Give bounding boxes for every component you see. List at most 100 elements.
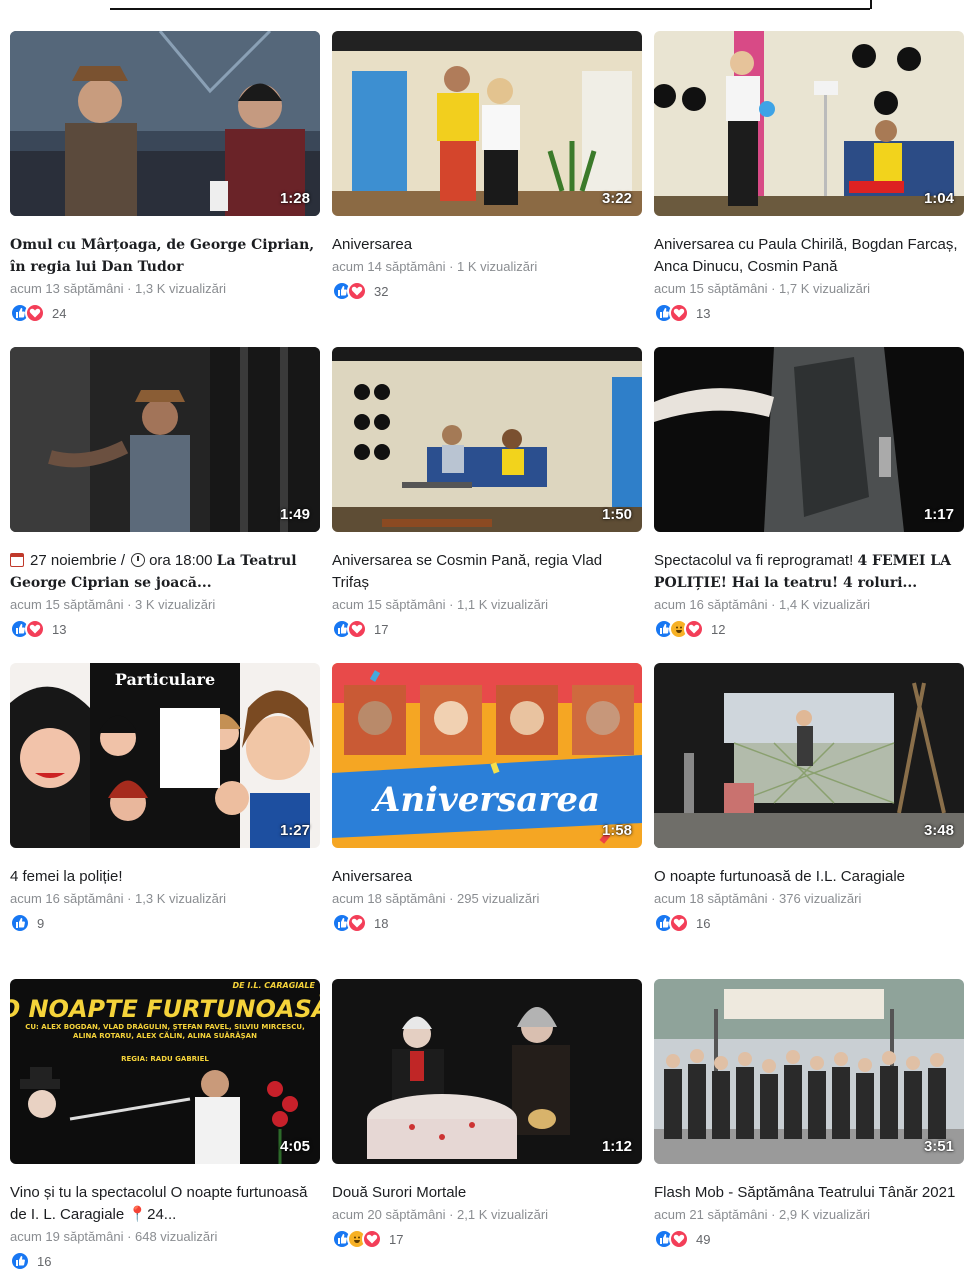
- video-duration: 1:12: [601, 1138, 632, 1155]
- video-title[interactable]: Flash Mob - Săptămâna Teatrului Tânăr 20…: [654, 1182, 964, 1204]
- video-duration: 4:05: [279, 1138, 310, 1155]
- thumbnail-image: Particulare: [10, 663, 320, 848]
- top-divider-tick: [858, 0, 872, 9]
- video-thumbnail[interactable]: 3:22: [332, 31, 642, 216]
- noapte-cast: CU: ALEX BOGDAN, VLAD DRĂGULIN, ȘTEFAN P…: [25, 1023, 305, 1040]
- video-card[interactable]: 1:49 27 noiembrie / ora 18:00 La Teatrul …: [10, 347, 320, 640]
- video-thumbnail[interactable]: 1:04: [654, 31, 964, 216]
- video-card[interactable]: 1:50 Aniversarea se Cosmin Pană, regia V…: [332, 347, 642, 640]
- video-duration: 1:28: [279, 190, 310, 207]
- reactions[interactable]: 12: [654, 618, 964, 640]
- video-thumbnail[interactable]: 3:51: [654, 979, 964, 1164]
- video-title[interactable]: Spectacolul va fi reprogramat! 4 FEMEI L…: [654, 550, 964, 594]
- video-title[interactable]: O noapte furtunoasă de I.L. Caragiale: [654, 866, 964, 888]
- love-icon: [684, 619, 704, 639]
- reactions[interactable]: 49: [654, 1228, 964, 1250]
- reactions[interactable]: 16: [10, 1250, 320, 1272]
- video-meta: acum 14 săptămâni · 1 K vizualizări: [332, 259, 538, 274]
- video-card[interactable]: 1:28 Omul cu Mârțoaga, de George Ciprian…: [10, 31, 320, 324]
- calendar-icon: [10, 553, 24, 567]
- video-duration: 1:58: [601, 822, 632, 839]
- video-thumbnail[interactable]: 1:12: [332, 979, 642, 1164]
- video-thumbnail[interactable]: 1:28: [10, 31, 320, 216]
- video-title[interactable]: Două Surori Mortale: [332, 1182, 642, 1204]
- video-title[interactable]: Aniversarea se Cosmin Pană, regia Vlad T…: [332, 550, 642, 594]
- video-card[interactable]: 3:51 Flash Mob - Săptămâna Teatrului Tân…: [654, 979, 964, 1250]
- video-title[interactable]: Aniversarea: [332, 234, 642, 256]
- video-duration: 3:22: [601, 190, 632, 207]
- like-icon: [10, 1251, 30, 1271]
- video-title[interactable]: Vino și tu la spectacolul O noapte furtu…: [10, 1182, 320, 1226]
- top-divider: [110, 8, 870, 10]
- video-title[interactable]: Aniversarea cu Paula Chirilă, Bogdan Far…: [654, 234, 964, 278]
- reaction-count: 17: [374, 621, 389, 637]
- video-card[interactable]: 3:22 Aniversarea acum 14 săptămâni · 1 K…: [332, 31, 642, 302]
- video-thumbnail[interactable]: 1:49: [10, 347, 320, 532]
- video-meta: acum 16 săptămâni · 1,4 K vizualizări: [654, 597, 871, 612]
- video-meta: acum 19 săptămâni · 648 vizualizări: [10, 1229, 218, 1244]
- reactions[interactable]: 24: [10, 302, 320, 324]
- video-title[interactable]: Aniversarea: [332, 866, 642, 888]
- video-thumbnail[interactable]: DE I.L. CARAGIALE O NOAPTE FURTUNOASĂ CU…: [10, 979, 320, 1164]
- video-thumbnail[interactable]: 1:17: [654, 347, 964, 532]
- love-icon: [25, 303, 45, 323]
- video-title[interactable]: 4 femei la poliție!: [10, 866, 320, 888]
- reaction-count: 12: [711, 621, 726, 637]
- thumbnail-image: DE I.L. CARAGIALE O NOAPTE FURTUNOASĂ CU…: [10, 979, 320, 1164]
- reaction-count: 49: [696, 1231, 711, 1247]
- video-thumbnail[interactable]: 3:48: [654, 663, 964, 848]
- reactions[interactable]: 17: [332, 618, 642, 640]
- video-card[interactable]: Particulare 1:27 4 femei la poliție! acu…: [10, 663, 320, 934]
- title-rest: 24...: [147, 1206, 177, 1223]
- video-card[interactable]: 1:12 Două Surori Mortale acum 20 săptămâ…: [332, 979, 642, 1250]
- noapte-author: DE I.L. CARAGIALE: [232, 981, 315, 990]
- reactions[interactable]: 9: [10, 912, 320, 934]
- noapte-director: REGIA: RADU GABRIEL: [121, 1055, 209, 1063]
- thumbnail-image: [332, 347, 642, 532]
- reaction-count: 16: [696, 915, 711, 931]
- pin-icon: 📍: [128, 1206, 148, 1223]
- thumbnail-image: [10, 31, 320, 216]
- video-thumbnail[interactable]: Particulare 1:27: [10, 663, 320, 848]
- reaction-count: 13: [52, 621, 67, 637]
- video-card[interactable]: 3:48 O noapte furtunoasă de I.L. Caragia…: [654, 663, 964, 934]
- video-title[interactable]: Omul cu Mârțoaga, de George Ciprian, în …: [10, 234, 320, 278]
- clock-icon: [131, 553, 146, 567]
- video-card[interactable]: DE I.L. CARAGIALE O NOAPTE FURTUNOASĂ CU…: [10, 979, 320, 1272]
- reactions[interactable]: 17: [332, 1228, 642, 1250]
- thumbnail-image: [654, 979, 964, 1164]
- thumbnail-image: [10, 347, 320, 532]
- poster-logo: Particulare: [115, 670, 215, 689]
- love-icon: [362, 1229, 382, 1249]
- love-icon: [347, 281, 367, 301]
- reactions[interactable]: 32: [332, 280, 642, 302]
- reactions[interactable]: 13: [10, 618, 320, 640]
- love-icon: [669, 303, 689, 323]
- video-meta: acum 16 săptămâni · 1,3 K vizualizări: [10, 891, 227, 906]
- video-meta: acum 18 săptămâni · 376 vizualizări: [654, 891, 862, 906]
- video-card[interactable]: 1:04 Aniversarea cu Paula Chirilă, Bogda…: [654, 31, 964, 324]
- reactions[interactable]: 16: [654, 912, 964, 934]
- video-duration: 1:27: [279, 822, 310, 839]
- video-thumbnail[interactable]: 1:50: [332, 347, 642, 532]
- thumbnail-image: [332, 979, 642, 1164]
- reactions[interactable]: 13: [654, 302, 964, 324]
- reactions[interactable]: 18: [332, 912, 642, 934]
- video-title[interactable]: 27 noiembrie / ora 18:00 La Teatrul Georg…: [10, 550, 320, 594]
- video-card[interactable]: 1:17 Spectacolul va fi reprogramat! 4 FE…: [654, 347, 964, 640]
- video-thumbnail[interactable]: Aniversarea 1:58: [332, 663, 642, 848]
- video-duration: 1:04: [923, 190, 954, 207]
- video-meta: acum 18 săptămâni · 295 vizualizări: [332, 891, 540, 906]
- love-icon: [669, 1229, 689, 1249]
- love-icon: [25, 619, 45, 639]
- event-date: 27 noiembrie /: [30, 552, 126, 569]
- reaction-count: 32: [374, 283, 389, 299]
- love-icon: [347, 913, 367, 933]
- video-duration: 1:50: [601, 506, 632, 523]
- thumbnail-image: [654, 663, 964, 848]
- reaction-count: 13: [696, 305, 711, 321]
- video-meta: acum 15 săptămâni · 1,7 K vizualizări: [654, 281, 871, 296]
- video-card[interactable]: Aniversarea 1:58 Aniversarea acum 18 săp…: [332, 663, 642, 934]
- title-lead: Spectacolul va fi reprogramat!: [654, 552, 854, 569]
- reaction-count: 9: [37, 915, 45, 931]
